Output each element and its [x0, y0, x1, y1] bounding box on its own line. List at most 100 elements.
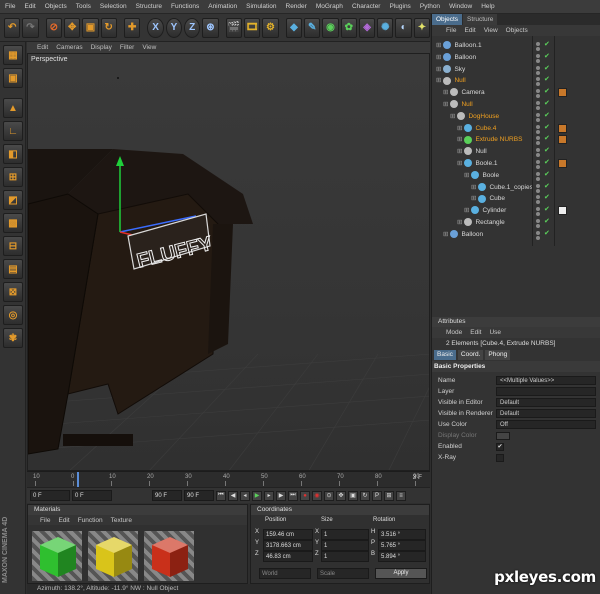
- expand-icon[interactable]: ⊞: [464, 207, 469, 214]
- enabled-check-icon[interactable]: ✔: [544, 99, 550, 107]
- menu-window[interactable]: Window: [449, 3, 472, 10]
- object-row[interactable]: ⊞ Cube.1_copies: [471, 182, 533, 194]
- enabled-check-icon[interactable]: ✔: [544, 134, 550, 142]
- rotation-b-field[interactable]: 5.894 °: [378, 551, 426, 562]
- tweak-icon[interactable]: ▩: [3, 213, 23, 233]
- size-mode-select[interactable]: Scale: [317, 568, 369, 579]
- render-settings-icon[interactable]: ⚙: [262, 17, 279, 38]
- end-frame-field[interactable]: 90 F: [184, 490, 214, 501]
- editor-visibility-dot[interactable]: [536, 171, 540, 176]
- enabled-check-icon[interactable]: ✔: [544, 158, 550, 166]
- editor-visibility-dot[interactable]: [536, 148, 540, 153]
- preview-end-field[interactable]: 90 F: [152, 490, 182, 501]
- enabled-check-icon[interactable]: ✔: [544, 217, 550, 225]
- rotation-key-icon[interactable]: ↻: [360, 490, 370, 501]
- editor-visibility-dot[interactable]: [536, 136, 540, 141]
- rotation-p-field[interactable]: 5.765 °: [378, 540, 426, 551]
- editor-visibility-dot[interactable]: [536, 42, 540, 46]
- timeline-menu-icon[interactable]: ≡: [396, 490, 406, 501]
- menu-objects[interactable]: Objects: [45, 3, 67, 10]
- locked-workplane-icon[interactable]: ⊠: [3, 282, 23, 302]
- material-swatch[interactable]: [144, 531, 194, 581]
- expand-icon[interactable]: ⊞: [457, 160, 462, 167]
- light-icon[interactable]: ✦: [413, 17, 431, 38]
- enabled-check-icon[interactable]: ✔: [544, 52, 550, 60]
- expand-icon[interactable]: ⊞: [436, 77, 441, 84]
- object-row[interactable]: ⊞ DogHouse: [450, 111, 499, 123]
- render-visibility-dot[interactable]: [536, 188, 540, 193]
- go-to-start-icon[interactable]: ⏮: [216, 490, 226, 501]
- scene-icon[interactable]: ✺: [377, 17, 394, 38]
- size-x-field[interactable]: 1: [321, 529, 369, 540]
- object-row[interactable]: ⊞ Cube: [471, 193, 505, 205]
- deformer-icon[interactable]: ◈: [358, 17, 376, 38]
- viewport-menu-filter[interactable]: Filter: [120, 44, 134, 51]
- object-menu-view[interactable]: View: [484, 27, 498, 34]
- use-polygons-icon[interactable]: ◧: [3, 144, 23, 164]
- position-z-field[interactable]: 46.83 cm: [263, 551, 313, 562]
- object-menu-file[interactable]: File: [446, 27, 456, 34]
- render-picture-icon[interactable]: 🎞: [244, 17, 261, 38]
- viewport-menu-display[interactable]: Display: [91, 44, 112, 51]
- object-row[interactable]: ⊞ Balloon: [436, 52, 476, 64]
- enabled-check-icon[interactable]: ✔: [544, 75, 550, 83]
- attr-checkbox[interactable]: [496, 454, 504, 462]
- menu-tools[interactable]: Tools: [76, 3, 91, 10]
- render-visibility-dot[interactable]: [536, 106, 540, 110]
- workplane-icon[interactable]: ⊟: [3, 236, 23, 256]
- menu-python[interactable]: Python: [420, 3, 440, 10]
- render-visibility-dot[interactable]: [536, 117, 540, 122]
- array-icon[interactable]: ✿: [340, 17, 357, 38]
- axis-x-button[interactable]: X: [147, 17, 164, 38]
- snap-icon[interactable]: ▤: [3, 259, 23, 279]
- editor-visibility-dot[interactable]: [536, 195, 540, 200]
- redo-icon[interactable]: ↷: [22, 17, 39, 38]
- position-y-field[interactable]: 3178.663 cm: [263, 540, 313, 551]
- expand-icon[interactable]: ⊞: [457, 136, 462, 143]
- menu-functions[interactable]: Functions: [171, 3, 199, 10]
- menu-mograph[interactable]: MoGraph: [316, 3, 343, 10]
- material-tag-icon[interactable]: [558, 159, 567, 168]
- live-select-icon[interactable]: ⊘: [45, 17, 63, 38]
- attr-tab-phong[interactable]: Phong: [485, 350, 511, 360]
- use-model-icon[interactable]: ▣: [3, 68, 23, 88]
- attr-field[interactable]: <<Multiple Values>>: [496, 376, 596, 385]
- materials-menu-file[interactable]: File: [40, 517, 50, 524]
- object-row[interactable]: ⊞ Extrude NURBS: [457, 134, 522, 146]
- expand-icon[interactable]: ⊞: [471, 195, 476, 202]
- size-z-field[interactable]: 1: [321, 551, 369, 562]
- enabled-check-icon[interactable]: ✔: [544, 182, 550, 190]
- expand-icon[interactable]: ⊞: [457, 148, 462, 155]
- object-tab-objects[interactable]: Objects: [432, 14, 463, 25]
- menu-file[interactable]: File: [5, 3, 15, 10]
- render-visibility-dot[interactable]: [536, 141, 540, 146]
- menu-animation[interactable]: Animation: [208, 3, 237, 10]
- attr-field[interactable]: [496, 387, 596, 396]
- object-row[interactable]: ⊞ Boole: [464, 170, 499, 182]
- enabled-check-icon[interactable]: ✔: [544, 111, 550, 119]
- object-menu-edit[interactable]: Edit: [464, 27, 475, 34]
- position-key-icon[interactable]: ✥: [336, 490, 346, 501]
- go-to-end-icon[interactable]: ⏭: [288, 490, 298, 501]
- editor-visibility-dot[interactable]: [536, 230, 540, 235]
- object-row[interactable]: ⊞ Rectangle: [457, 217, 505, 229]
- attr-checkbox[interactable]: ✔: [496, 443, 504, 451]
- spline-pen-icon[interactable]: ✎: [304, 17, 321, 38]
- add-object-icon[interactable]: ✚: [124, 17, 141, 38]
- render-visibility-dot[interactable]: [536, 224, 540, 228]
- material-tag-icon[interactable]: [558, 88, 567, 98]
- expand-icon[interactable]: ⊞: [457, 125, 462, 132]
- viewport-menu-edit[interactable]: Edit: [37, 44, 48, 51]
- material-tag-icon[interactable]: [558, 123, 567, 133]
- material-swatch[interactable]: [88, 531, 138, 581]
- prev-key-icon[interactable]: ◀: [228, 490, 238, 501]
- use-texture-icon[interactable]: ◩: [3, 190, 23, 210]
- timeline-playhead[interactable]: [77, 472, 79, 488]
- param-key-icon[interactable]: P: [372, 490, 382, 501]
- rotation-h-field[interactable]: 3.516 °: [378, 529, 426, 540]
- enabled-check-icon[interactable]: ✔: [544, 123, 550, 131]
- expand-icon[interactable]: ⊞: [436, 42, 441, 49]
- camera-icon[interactable]: ◐: [395, 17, 412, 38]
- use-camera-icon[interactable]: ▦: [3, 45, 23, 65]
- expand-icon[interactable]: ⊞: [450, 113, 455, 120]
